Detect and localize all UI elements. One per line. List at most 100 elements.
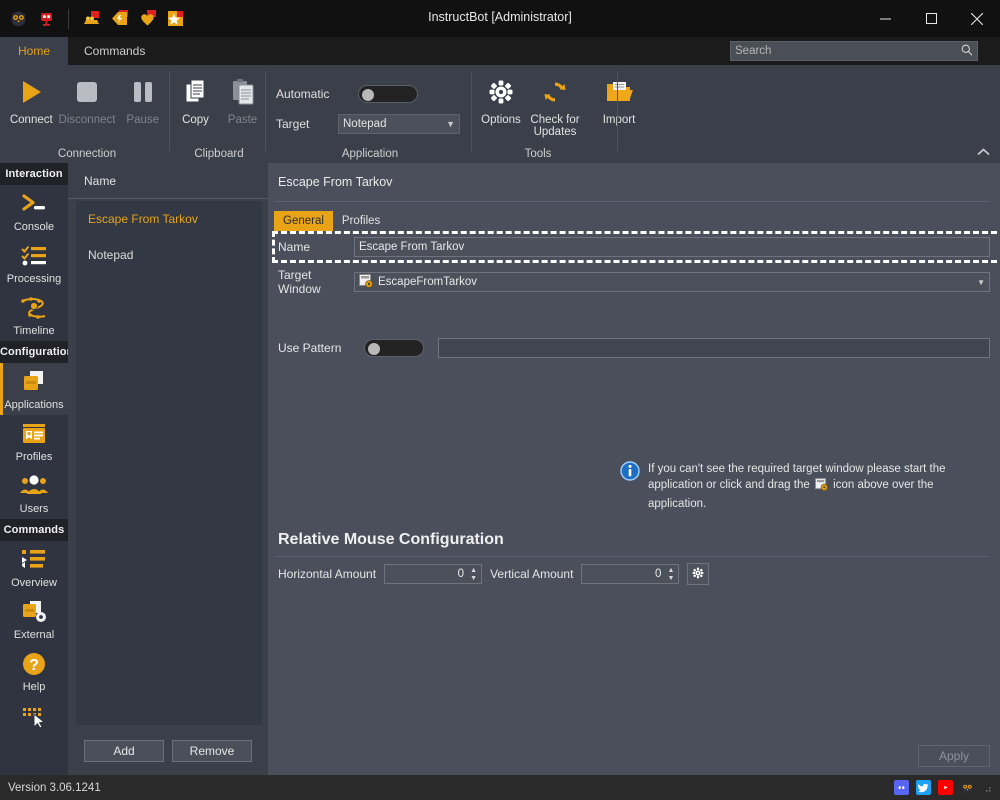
content-tab-strip: General Profiles — [274, 211, 389, 231]
name-row: Name Escape From Tarkov — [278, 237, 990, 257]
options-label: Options — [481, 114, 521, 126]
twitter-icon[interactable] — [916, 780, 931, 795]
sidebar-item-macro[interactable] — [0, 697, 68, 749]
ribbon-group-clipboard: Copy Paste Clipboard — [172, 65, 266, 163]
group-separator — [471, 71, 472, 151]
star-icon[interactable] — [165, 9, 185, 29]
apply-button[interactable]: Apply — [918, 745, 990, 767]
pause-icon — [128, 75, 158, 109]
checklist-icon — [20, 241, 48, 271]
applications-list[interactable]: Escape From Tarkov Notepad — [76, 201, 262, 725]
discord-icon[interactable] — [894, 780, 909, 795]
import-label: Import — [602, 114, 636, 126]
tab-general[interactable]: General — [274, 211, 333, 231]
sidebar-label-help: Help — [22, 681, 46, 693]
target-window-row: Target Window EscapeFromTarkov ▼ — [278, 268, 990, 296]
toggle-knob — [368, 342, 380, 355]
treasure-icon[interactable] — [81, 9, 101, 29]
add-button[interactable]: Add — [84, 740, 164, 762]
remove-button[interactable]: Remove — [172, 740, 252, 762]
applications-icon — [19, 367, 49, 397]
resize-grip-icon[interactable] — [982, 783, 992, 793]
sidebar-item-profiles[interactable]: Profiles — [0, 415, 68, 467]
options-button[interactable]: Options — [474, 69, 528, 126]
ribbon-collapse-button[interactable] — [977, 147, 990, 159]
application-window: InstructBot [Administrator] Home Command… — [0, 0, 1000, 800]
sidebar-label-profiles: Profiles — [15, 451, 53, 463]
sidebar-label-applications: Applications — [4, 399, 64, 411]
target-window-select[interactable]: EscapeFromTarkov ▼ — [354, 272, 990, 292]
disconnect-button[interactable]: Disconnect — [59, 69, 115, 126]
group-separator — [169, 71, 170, 151]
search-icon[interactable] — [961, 44, 973, 59]
mouse-settings-button[interactable] — [687, 563, 710, 585]
sidebar-item-users[interactable]: Users — [0, 467, 68, 519]
owl-logo-icon[interactable] — [8, 9, 28, 29]
window-target-icon[interactable] — [359, 273, 373, 291]
check-for-updates-button[interactable]: Check for Updates — [528, 69, 582, 138]
timeline-icon — [19, 293, 49, 323]
vertical-amount-value: 0 — [655, 568, 662, 580]
import-button[interactable]: Import — [592, 69, 646, 126]
automatic-toggle[interactable] — [358, 85, 418, 103]
id-card-icon — [20, 419, 48, 449]
list-column-header: Name — [68, 163, 268, 199]
ribbon-tab-commands[interactable]: Commands — [68, 37, 161, 65]
vertical-amount-stepper[interactable]: 0 ▲ ▼ — [581, 564, 680, 584]
list-item[interactable]: Escape From Tarkov — [76, 201, 262, 237]
list-item[interactable]: Notepad — [76, 237, 262, 273]
divider — [274, 201, 990, 202]
sidebar-label-console: Console — [13, 221, 55, 233]
connect-button[interactable]: Connect — [4, 69, 59, 126]
ribbon-tab-home[interactable]: Home — [0, 37, 68, 65]
sidebar-item-overview[interactable]: Overview — [0, 541, 68, 593]
ribbon-group-connection: Connect Disconnect Pause Connection — [4, 65, 170, 163]
status-bar: Version 3.06.1241 — [0, 775, 1000, 800]
search-box[interactable] — [730, 41, 978, 61]
horizontal-amount-stepper[interactable]: 0 ▲ ▼ — [384, 564, 483, 584]
pause-button[interactable]: Pause — [115, 69, 170, 126]
title-bar: InstructBot [Administrator] — [0, 0, 1000, 37]
paste-button[interactable]: Paste — [219, 69, 266, 126]
applications-list-panel: Name Escape From Tarkov Notepad Add Remo… — [68, 163, 268, 775]
sidebar-item-applications[interactable]: Applications — [0, 363, 68, 415]
use-pattern-input[interactable] — [438, 338, 990, 358]
red-bot-icon[interactable] — [36, 9, 56, 29]
maximize-button[interactable] — [908, 0, 954, 37]
minimize-button[interactable] — [862, 0, 908, 37]
sidebar-item-timeline[interactable]: Timeline — [0, 289, 68, 341]
close-button[interactable] — [954, 0, 1000, 37]
search-input[interactable] — [735, 45, 961, 57]
group-label-connection: Connection — [57, 148, 117, 160]
stepper-arrows[interactable]: ▲ ▼ — [665, 565, 678, 583]
name-input[interactable]: Escape From Tarkov — [354, 237, 990, 257]
copy-button[interactable]: Copy — [172, 69, 219, 126]
sidebar-item-help[interactable]: ? Help — [0, 645, 68, 697]
tag-icon[interactable] — [109, 9, 129, 29]
tab-profiles[interactable]: Profiles — [333, 211, 389, 231]
use-pattern-toggle[interactable] — [364, 339, 424, 357]
youtube-icon[interactable] — [938, 780, 953, 795]
chevron-down-icon: ▼ — [446, 119, 455, 129]
sidebar-item-processing[interactable]: Processing — [0, 237, 68, 289]
group-label-application: Application — [341, 148, 399, 160]
version-label: Version 3.06.1241 — [8, 781, 101, 794]
target-select[interactable]: Notepad ▼ — [338, 114, 460, 134]
sidebar-label-overview: Overview — [11, 577, 57, 589]
main-content: Escape From Tarkov General Profiles Name… — [268, 163, 1000, 775]
paste-icon — [228, 75, 258, 109]
stop-icon — [72, 75, 102, 109]
sidebar-item-external[interactable]: External — [0, 593, 68, 645]
sidebar-label-users: Users — [19, 503, 49, 515]
external-gear-icon — [19, 597, 49, 627]
keyboard-cursor-icon — [19, 701, 49, 731]
connect-label: Connect — [9, 114, 53, 126]
ribbon-group-tools: Options Check for Updates Import Tools — [474, 65, 646, 163]
chevron-down-icon[interactable]: ▼ — [977, 278, 985, 287]
owl-logo-icon[interactable] — [960, 780, 975, 795]
play-icon — [16, 75, 46, 109]
sidebar-item-console[interactable]: Console — [0, 185, 68, 237]
sidebar-label-timeline: Timeline — [13, 325, 55, 337]
heart-icon[interactable] — [137, 9, 157, 29]
stepper-arrows[interactable]: ▲ ▼ — [468, 565, 481, 583]
